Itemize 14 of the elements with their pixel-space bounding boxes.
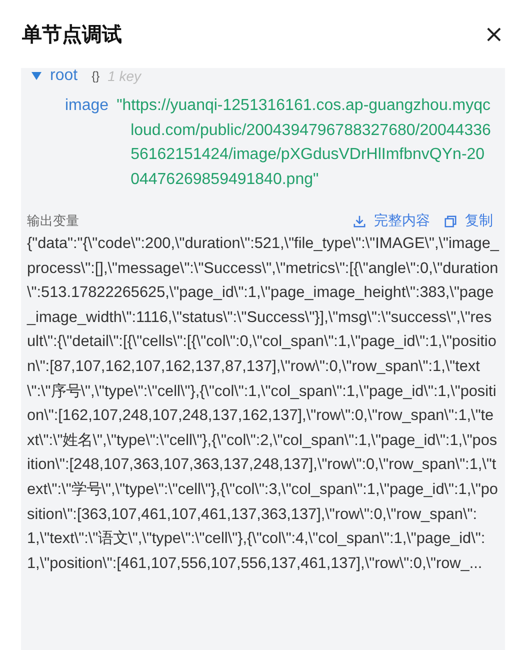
copy-icon (444, 214, 457, 228)
download-icon (353, 214, 366, 228)
full-content-link[interactable]: 完整内容 (374, 212, 430, 230)
object-type-label: {} (92, 69, 100, 83)
key-count: 1 key (108, 68, 142, 84)
output-label: 输出变量 (27, 212, 79, 230)
copy-button[interactable]: 复制 (465, 212, 493, 230)
expand-icon[interactable] (31, 71, 42, 81)
tree-key: image (65, 94, 109, 192)
dialog-title: 单节点调试 (22, 22, 122, 48)
close-button[interactable]: × (484, 22, 504, 46)
output-text: {"data":"{\"code\":200,\"duration\":521,\"file_type\":\"IMAGE\",\"image_process\":[],\"message\":\"Success\",\"metrics\":[{\"angle\":0,\"duration\":513.17822265625,\"page_id\":1,\"page_image_height\":383,\"page_image_width\":1116,\"status\":\"Success\"}],\"msg\":\"success\",\"result\":{\"detail\":[{\"cells\":[{\"col\":0,\"col_span\":1,\"page_id\":1,\"position\":[87,107,162,107,162,137,87,137],\"row\":0,\"row_span\":1,\"text\":\"序号\",\"type\":\"cell\"},{\"col\":1,\"col_span\":1,\"page_id\":1,\"position\":[162,107,248,107,248,137,162,137],\"row\":0,\"row_span\":1,\"text\":\"姓名\",\"type\":\"cell\"},{\"col\":2,\"col_span\":1,\"page_id\":1,\"position\":[248,107,363,107,363,137,248,137],\"row\":0,\"row_span\":1,\"text\":\"学号\",\"type\":\"cell\"},{\"col\":3,\"col_span\":1,\"page_id\":1,\"position\":[363,107,461,107,461,137,363,137],\"row\":0,\"row_span\":1,\"text\":\"语文\",\"type\":\"cell\"},{\"col\":4,\"col_span\":1,\"page_id\":1,\"position\":[461,107,556,107,556,137,461,137],\"row\":0,\"row_... (27, 234, 499, 574)
tree-key: root (50, 68, 78, 85)
tree-value: "https://yuanqi-1251316161.cos.ap-guangzhou.myqcloud.com/public/2004394796788327680/2004433656162151424/image/pXGdusVDrHlImfbnvQYn-2004476269859491840.png" (116, 96, 492, 190)
